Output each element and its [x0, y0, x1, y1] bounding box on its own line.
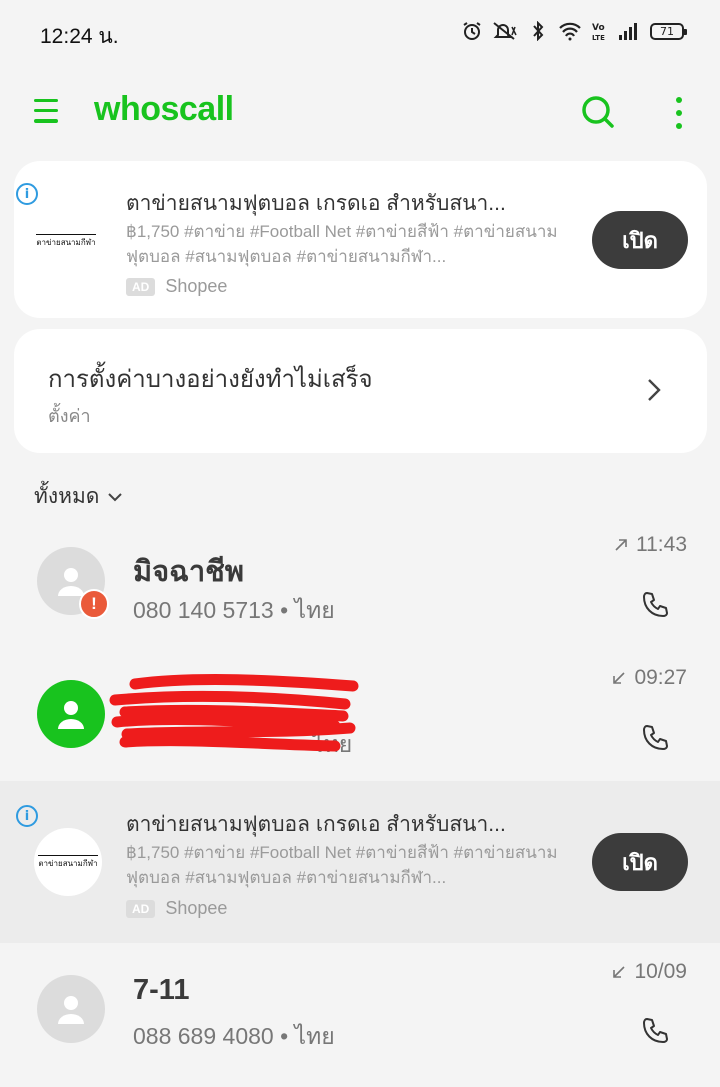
signal-icon [619, 23, 637, 40]
person-icon [58, 701, 84, 729]
ad-source: AD Shopee [126, 898, 227, 919]
call-log-item[interactable]: ! มิจฉาชีพ 080 140 5713 • ไทย 11:43 [0, 520, 720, 652]
settings-notice-subtitle: ตั้งค่า [48, 406, 91, 426]
ad-title: ตาข่ายสนามฟุตบอล เกรดเอ สำหรับสนา... [126, 192, 506, 215]
ad-tag: AD [126, 277, 156, 296]
call-log-item[interactable]: 7-11 088 689 4080 • ไทย 10/09 [0, 946, 720, 1078]
incoming-call-arrow-icon [613, 672, 626, 684]
volte-icon: VoLTE [592, 23, 605, 41]
app-header: whoscall [0, 80, 720, 144]
call-filter-dropdown[interactable]: ทั้งหมด [34, 480, 123, 513]
contact-avatar [37, 680, 105, 748]
incoming-call-arrow-icon [613, 966, 626, 978]
contact-name: 7-11 [133, 974, 190, 1006]
contact-number: 080 140 5713 • ไทย [133, 597, 335, 623]
sponsored-ad-row[interactable]: i ตาข่ายสนามกีฬา ตาข่ายสนามฟุตบอล เกรดเอ… [0, 781, 720, 943]
sponsored-ad-card[interactable]: i ตาข่ายสนามกีฬา ตาข่ายสนามฟุตบอล เกรดเอ… [14, 161, 707, 318]
bluetooth-icon [533, 21, 544, 41]
ad-info-icon[interactable]: i [16, 805, 38, 827]
contact-number: 088 689 4080 • ไทย [133, 1023, 335, 1049]
call-time: 11:43 [614, 533, 687, 557]
menu-button[interactable] [34, 99, 62, 127]
svg-text:LTE: LTE [592, 34, 605, 41]
call-time: 09:27 [612, 666, 687, 690]
filter-label: ทั้งหมด [34, 485, 100, 508]
redaction-scribble [109, 674, 359, 752]
chevron-down-icon [108, 492, 123, 501]
warning-badge-icon: ! [79, 589, 109, 619]
status-icons: Vo LTE 71 [462, 21, 687, 41]
ad-title: ตาข่ายสนามฟุตบอล เกรดเอ สำหรับสนา... [126, 813, 506, 836]
brand-logo: whoscall [94, 90, 234, 128]
svg-text:Vo: Vo [592, 23, 605, 33]
settings-incomplete-card[interactable]: การตั้งค่าบางอย่างยังทำไม่เสร็จ ตั้งค่า [14, 329, 707, 453]
battery-icon: 71 [650, 22, 687, 40]
ad-source-name: Shopee [165, 898, 228, 918]
ad-tag: AD [126, 899, 156, 918]
ad-info-icon[interactable]: i [16, 183, 38, 205]
contact-avatar [37, 975, 105, 1043]
alarm-icon [463, 22, 481, 40]
ad-description: ฿1,750 #ตาข่าย #Football Net #ตาข่ายสีฟ้… [126, 222, 558, 266]
status-time: 12:24 น. [40, 25, 119, 48]
ad-source: AD Shopee [126, 276, 227, 297]
person-icon [58, 996, 84, 1024]
settings-notice-title: การตั้งค่าบางอย่างยังทำไม่เสร็จ [48, 366, 373, 393]
call-time: 10/09 [612, 960, 687, 984]
search-button[interactable] [578, 92, 618, 132]
status-bar: 12:24 น. Vo LTE 71 [0, 0, 720, 62]
ad-source-name: Shopee [165, 276, 228, 296]
ad-thumbnail: ตาข่ายสนามกีฬา [32, 207, 100, 275]
call-phone-icon[interactable] [640, 723, 670, 753]
wifi-icon [559, 22, 581, 41]
outgoing-call-arrow-icon [615, 539, 627, 551]
chevron-right-icon [648, 379, 661, 401]
ad-description: ฿1,750 #ตาข่าย #Football Net #ตาข่ายสีฟ้… [126, 843, 558, 887]
ad-open-button[interactable]: เปิด [592, 833, 688, 891]
search-icon [582, 96, 614, 128]
call-phone-icon[interactable] [640, 1016, 670, 1046]
call-phone-icon[interactable] [640, 590, 670, 620]
more-options-button[interactable] [668, 95, 690, 131]
mute-icon [493, 22, 517, 40]
ad-open-button[interactable]: เปิด [592, 211, 688, 269]
ad-thumbnail: ตาข่ายสนามกีฬา [34, 828, 102, 896]
contact-name: มิจฉาชีพ [133, 556, 244, 588]
